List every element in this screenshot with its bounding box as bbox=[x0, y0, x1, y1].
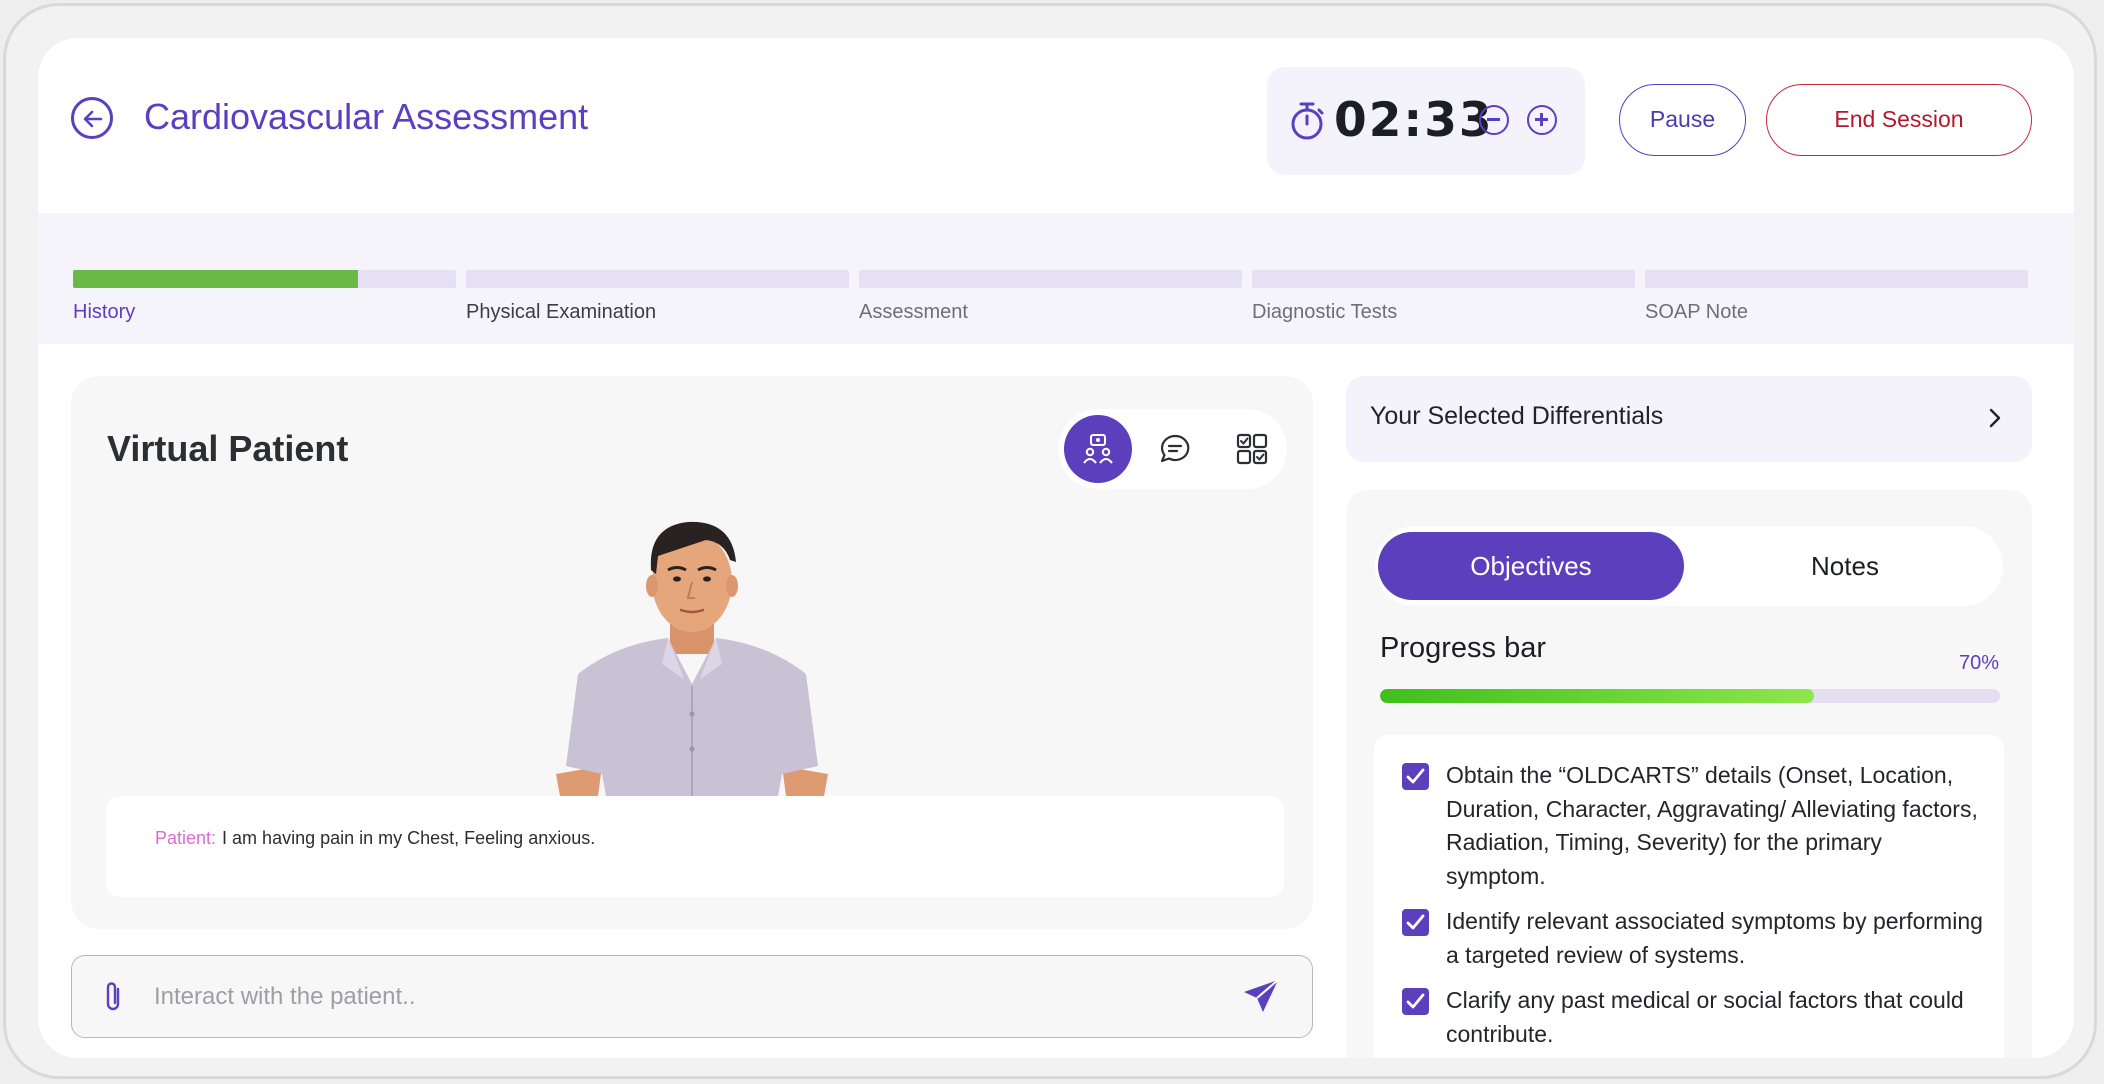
stopwatch-icon bbox=[1291, 102, 1324, 140]
device-frame: Cardiovascular Assessment 02:33 Pause En… bbox=[3, 3, 2097, 1079]
caption-text: I am having pain in my Chest, Feeling an… bbox=[222, 828, 596, 848]
timer-increase-button[interactable] bbox=[1527, 105, 1557, 135]
app-screen: Cardiovascular Assessment 02:33 Pause En… bbox=[38, 38, 2074, 1058]
panel-title: Virtual Patient bbox=[107, 428, 349, 469]
step-label: Assessment bbox=[859, 301, 968, 323]
check-icon bbox=[1406, 768, 1425, 784]
check-icon bbox=[1406, 914, 1425, 930]
tab-notes[interactable]: Notes bbox=[1692, 532, 1998, 600]
differentials-label: Your Selected Differentials bbox=[1370, 402, 1664, 430]
step-track bbox=[1252, 270, 1635, 288]
step-fill bbox=[73, 270, 359, 288]
step-history[interactable]: History bbox=[73, 270, 456, 324]
checkbox[interactable] bbox=[1402, 909, 1429, 936]
checklist-view-button[interactable] bbox=[1218, 415, 1286, 483]
caption-speaker: Patient: bbox=[155, 828, 217, 848]
patient-input-bar bbox=[71, 955, 1313, 1038]
objective-text: Obtain the “OLDCARTS” details (Onset, Lo… bbox=[1446, 762, 1978, 889]
objectives-list: Obtain the “OLDCARTS” details (Onset, Lo… bbox=[1374, 735, 2004, 1058]
step-label: History bbox=[73, 301, 136, 323]
progress-percent: 70% bbox=[1958, 652, 1999, 674]
patient-input[interactable] bbox=[152, 974, 1196, 1020]
objective-text: Identify relevant associated symptoms by… bbox=[1446, 908, 1983, 968]
dialogue-caption: Patient: I am having pain in my Chest, Fe… bbox=[106, 796, 1284, 897]
timer: 02:33 bbox=[1267, 67, 1585, 175]
checkbox[interactable] bbox=[1402, 763, 1429, 790]
step-label: Physical Examination bbox=[466, 301, 657, 323]
timer-value: 02:33 bbox=[1334, 93, 1494, 148]
objective-text: Clarify any past medical or social facto… bbox=[1446, 987, 1964, 1047]
checkbox[interactable] bbox=[1402, 988, 1429, 1015]
patient-avatar bbox=[556, 521, 828, 796]
step-track bbox=[466, 270, 849, 288]
header: Cardiovascular Assessment 02:33 Pause En… bbox=[38, 38, 2074, 213]
avatar-view-icon bbox=[1083, 434, 1113, 464]
step-track bbox=[859, 270, 1242, 288]
send-icon[interactable] bbox=[1242, 978, 1280, 1014]
step-label: SOAP Note bbox=[1645, 301, 1749, 323]
step-physical-examination[interactable]: Physical Examination bbox=[466, 270, 849, 324]
objectives-tabs: Objectives Notes bbox=[1375, 526, 2003, 606]
step-progress: History Physical Examination Assessment … bbox=[38, 213, 2074, 344]
avatar-view-button[interactable] bbox=[1064, 415, 1132, 483]
step-soap-note[interactable]: SOAP Note bbox=[1645, 270, 2028, 324]
paperclip-icon[interactable] bbox=[102, 980, 124, 1014]
end-session-button[interactable]: End Session bbox=[1766, 84, 2032, 156]
timer-decrease-button[interactable] bbox=[1479, 105, 1509, 135]
back-button[interactable] bbox=[71, 97, 113, 139]
step-diagnostic-tests[interactable]: Diagnostic Tests bbox=[1252, 270, 1635, 324]
chat-view-button[interactable] bbox=[1141, 415, 1209, 483]
virtual-patient-panel: Virtual Patient Patient: I am having pai… bbox=[71, 376, 1313, 929]
step-track bbox=[1645, 270, 2028, 288]
view-toggle-group bbox=[1058, 409, 1287, 489]
step-track bbox=[73, 270, 456, 288]
checklist-icon bbox=[1236, 433, 1268, 465]
chevron-right-icon bbox=[1989, 408, 2001, 428]
objectives-panel: Objectives Notes Progress bar 70% Obtain… bbox=[1346, 490, 2032, 1058]
step-label: Diagnostic Tests bbox=[1252, 301, 1398, 323]
page-title: Cardiovascular Assessment bbox=[144, 96, 589, 137]
step-assessment[interactable]: Assessment bbox=[859, 270, 1242, 324]
tab-objectives[interactable]: Objectives bbox=[1378, 532, 1684, 600]
progress-track bbox=[1380, 689, 2000, 703]
check-icon bbox=[1406, 993, 1425, 1009]
caption-line: Patient: I am having pain in my Chest, Fe… bbox=[155, 828, 595, 849]
progress-fill bbox=[1380, 689, 1814, 703]
chat-icon bbox=[1160, 434, 1190, 463]
arrow-left-icon bbox=[83, 110, 103, 128]
selected-differentials[interactable]: Your Selected Differentials bbox=[1346, 376, 2032, 462]
progress-title: Progress bar bbox=[1380, 632, 1547, 664]
pause-button[interactable]: Pause bbox=[1619, 84, 1746, 156]
